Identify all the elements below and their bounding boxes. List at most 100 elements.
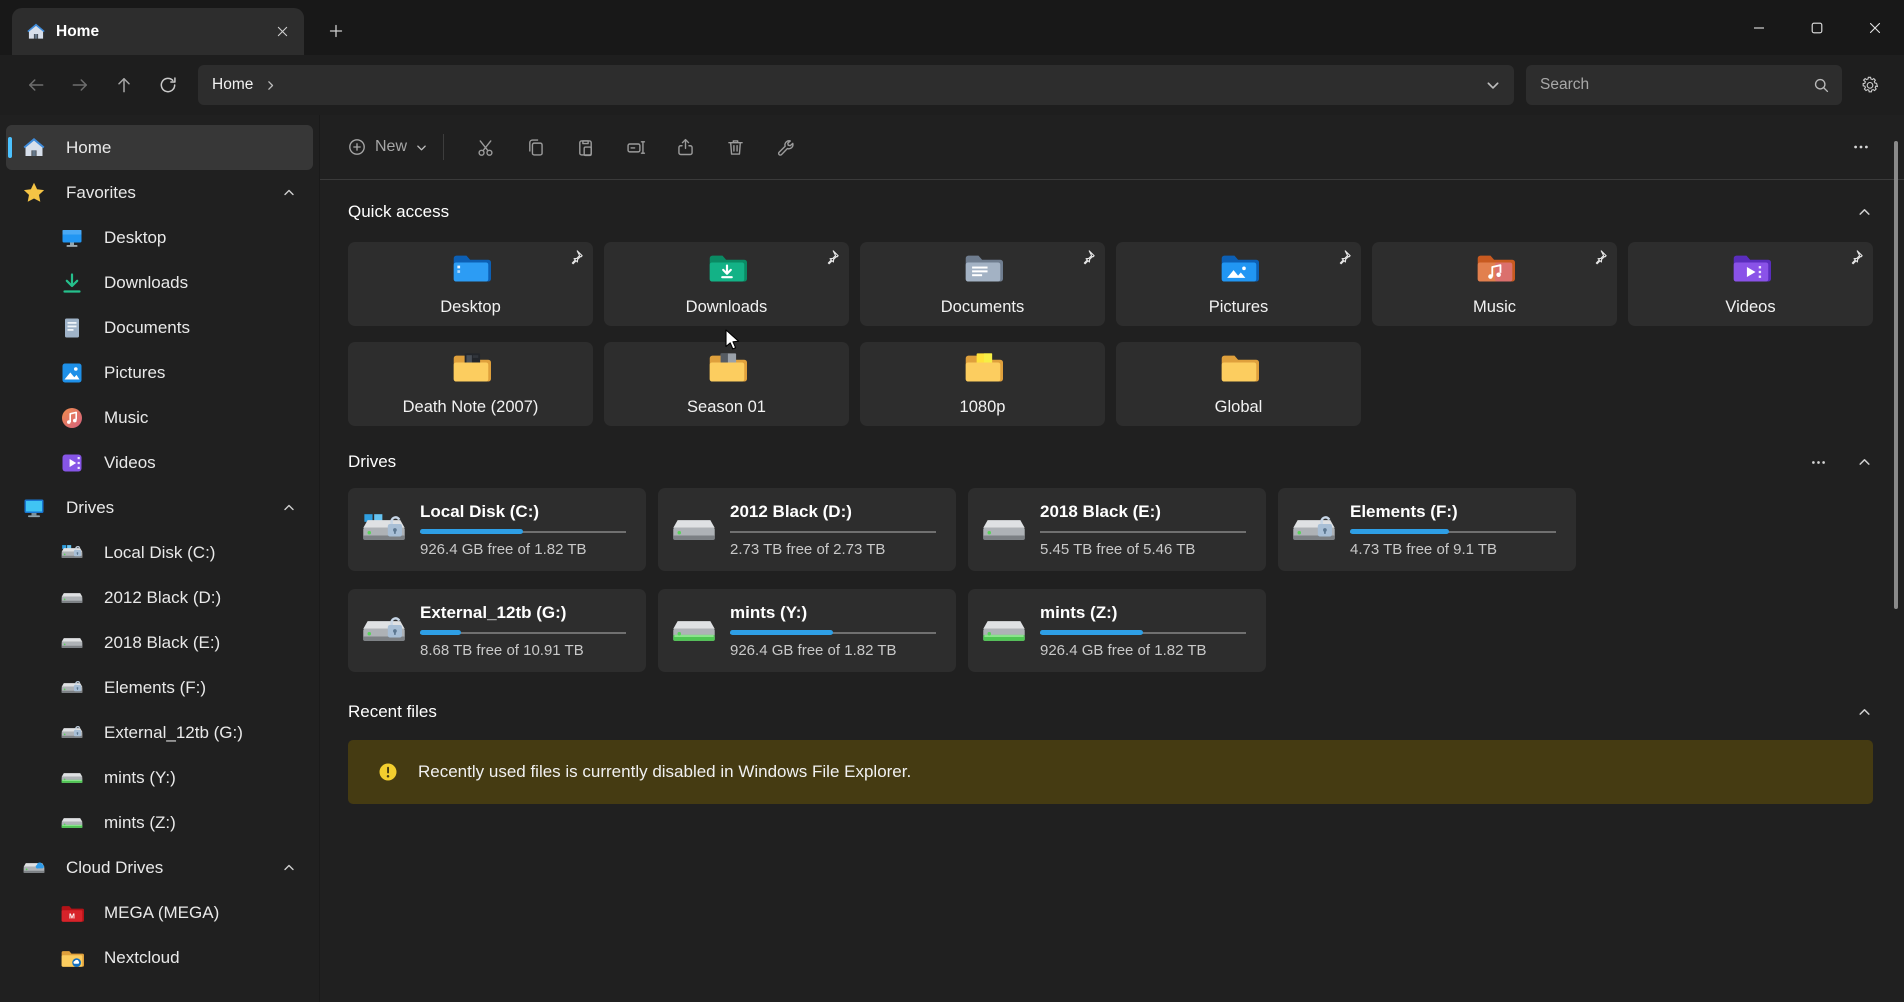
quick-access-tile-label: 1080p [860, 398, 1105, 417]
quick-access-tile-label: Music [1372, 298, 1617, 317]
pin-icon [1590, 248, 1609, 267]
drive-usage-bar [1040, 529, 1246, 535]
quick-access-tile[interactable]: Downloads [604, 242, 849, 326]
quick-access-tile[interactable]: Season 01 [604, 342, 849, 426]
gear-icon [1860, 75, 1880, 95]
sidebar-item[interactable]: Favorites [6, 170, 313, 215]
quick-access-tile[interactable]: 1080p [860, 342, 1105, 426]
quick-access-tile[interactable]: Music [1372, 242, 1617, 326]
sidebar-item[interactable]: 2018 Black (E:) [6, 620, 313, 665]
search-icon[interactable] [1813, 77, 1830, 94]
back-button[interactable] [14, 65, 58, 105]
close-window-button[interactable] [1846, 0, 1904, 55]
sidebar-item[interactable]: 2012 Black (D:) [6, 575, 313, 620]
share-icon [675, 137, 696, 158]
quick-access-tile[interactable]: Videos [1628, 242, 1873, 326]
quick-access-collapse-button[interactable] [1855, 205, 1873, 219]
delete-button[interactable] [710, 127, 760, 167]
chevron-up-icon[interactable] [283, 187, 295, 199]
quick-access-tile[interactable]: Desktop [348, 242, 593, 326]
tab-home[interactable]: Home [12, 8, 304, 55]
sidebar-item[interactable]: Pictures [6, 350, 313, 395]
chevron-up-icon [1858, 706, 1871, 719]
pin-icon [1846, 248, 1865, 267]
paste-button[interactable] [560, 127, 610, 167]
sidebar-item[interactable]: Videos [6, 440, 313, 485]
sidebar-item-label: mints (Z:) [104, 813, 176, 833]
sidebar-item[interactable]: mints (Y:) [6, 755, 313, 800]
sidebar-item[interactable]: Music [6, 395, 313, 440]
drive-tile[interactable]: Elements (F:) 4.73 TB free of 9.1 TB [1278, 488, 1576, 571]
drive-tile[interactable]: 2012 Black (D:) 2.73 TB free of 2.73 TB [658, 488, 956, 571]
sidebar-item[interactable]: Documents [6, 305, 313, 350]
quick-access-tile[interactable]: Death Note (2007) [348, 342, 593, 426]
toolbar-separator [443, 134, 444, 160]
quick-access-tile[interactable]: Documents [860, 242, 1105, 326]
address-dropdown-icon[interactable] [1486, 78, 1500, 92]
warning-message: Recently used files is currently disable… [418, 762, 911, 782]
tab-close-button[interactable] [268, 18, 296, 46]
sidebar-item[interactable]: Downloads [6, 260, 313, 305]
folder-icon [1219, 250, 1259, 284]
quick-access-tile-label: Videos [1628, 298, 1873, 317]
sidebar-item-icon [60, 541, 84, 565]
tools-button[interactable] [760, 127, 810, 167]
drive-tile[interactable]: mints (Y:) 926.4 GB free of 1.82 TB [658, 589, 956, 672]
forward-button[interactable] [58, 65, 102, 105]
sidebar-item[interactable]: mints (Z:) [6, 800, 313, 845]
drive-tile[interactable]: External_12tb (G:) 8.68 TB free of 10.91… [348, 589, 646, 672]
drives-collapse-button[interactable] [1855, 455, 1873, 469]
cut-button[interactable] [460, 127, 510, 167]
pin-icon [822, 248, 841, 267]
sidebar-item[interactable]: Home [6, 125, 313, 170]
drive-name: Local Disk (C:) [420, 502, 626, 522]
chevron-right-icon[interactable] [265, 80, 276, 91]
drive-name: 2012 Black (D:) [730, 502, 936, 522]
maximize-icon [1811, 22, 1823, 34]
refresh-button[interactable] [146, 65, 190, 105]
sidebar-item[interactable]: Desktop [6, 215, 313, 260]
sidebar-item[interactable]: Cloud Drives [6, 845, 313, 890]
quick-access-tile[interactable]: Global [1116, 342, 1361, 426]
settings-button[interactable] [1850, 65, 1890, 105]
breadcrumb[interactable]: Home [212, 76, 253, 94]
drives-see-more-button[interactable] [1809, 455, 1827, 469]
copy-button[interactable] [510, 127, 560, 167]
sidebar-item[interactable]: Drives [6, 485, 313, 530]
drive-icon [360, 614, 408, 648]
up-button[interactable] [102, 65, 146, 105]
drive-icon [360, 513, 408, 547]
sidebar-item[interactable]: Local Disk (C:) [6, 530, 313, 575]
search-box[interactable] [1526, 65, 1842, 105]
drive-name: External_12tb (G:) [420, 603, 626, 623]
drive-tile[interactable]: Local Disk (C:) 926.4 GB free of 1.82 TB [348, 488, 646, 571]
chevron-up-icon[interactable] [283, 502, 295, 514]
sidebar-item-icon [60, 631, 84, 655]
sidebar-item[interactable]: Nextcloud [6, 935, 313, 980]
address-bar[interactable]: Home [198, 65, 1514, 105]
quick-access-tile[interactable]: Pictures [1116, 242, 1361, 326]
rename-button[interactable] [610, 127, 660, 167]
sidebar-scrollbar[interactable] [1894, 141, 1898, 609]
maximize-button[interactable] [1788, 0, 1846, 55]
sidebar-item[interactable]: M MEGA (MEGA) [6, 890, 313, 935]
share-button[interactable] [660, 127, 710, 167]
sidebar-item[interactable]: External_12tb (G:) [6, 710, 313, 755]
recent-files-collapse-button[interactable] [1855, 705, 1873, 719]
search-input[interactable] [1540, 76, 1813, 94]
sidebar-item-icon [60, 766, 84, 790]
new-tab-button[interactable] [318, 13, 354, 49]
toolbar-see-more-button[interactable] [1841, 127, 1881, 167]
drive-tile[interactable]: 2018 Black (E:) 5.45 TB free of 5.46 TB [968, 488, 1266, 571]
trash-icon [725, 137, 746, 158]
folder-icon [963, 250, 1003, 284]
drives-grid: Local Disk (C:) 926.4 GB free of 1.82 TB [348, 488, 1873, 672]
warning-icon [378, 762, 398, 782]
minimize-button[interactable] [1730, 0, 1788, 55]
new-button[interactable]: New [348, 138, 427, 156]
sidebar-item[interactable]: Elements (F:) [6, 665, 313, 710]
chevron-up-icon[interactable] [283, 862, 295, 874]
drive-tile[interactable]: mints (Z:) 926.4 GB free of 1.82 TB [968, 589, 1266, 672]
chevron-down-icon [416, 142, 427, 153]
recent-files-title: Recent files [348, 702, 437, 722]
